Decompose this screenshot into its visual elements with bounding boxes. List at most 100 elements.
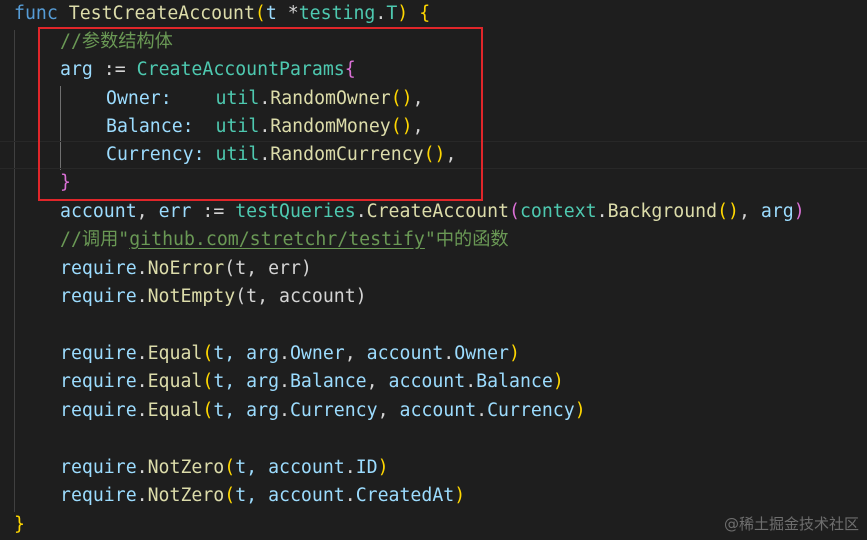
watermark: @稀土掘金技术社区 [723,515,859,533]
operator: * [276,3,299,24]
keyword: func [14,3,58,24]
function-call: Equal [147,371,203,392]
code-line-13: require.Equal(t, arg.Owner, account.Owne… [60,340,520,369]
variable: account [60,201,137,222]
comma: , [377,400,400,421]
dot: . [596,201,608,222]
dot: . [476,400,488,421]
dot: . [465,371,477,392]
field: Owner [289,343,345,364]
code-line-1: func TestCreateAccount(t *testing.T) { [14,0,430,29]
dot: . [136,457,148,478]
comma: , [344,343,367,364]
field: Currency [487,400,575,421]
variable: arg [760,201,794,222]
arg: arg [246,400,280,421]
comment-quote: " [118,229,130,250]
dot: . [375,3,387,24]
dot: . [279,343,290,364]
dot: . [355,201,367,222]
function-call: NoError [147,258,225,279]
code-line-11: require.NotEmpty(t, account) [60,283,367,312]
function-name: TestCreateAccount [68,3,255,24]
bracket: ( [202,343,214,364]
variable: err [158,201,192,222]
package: require [60,371,137,392]
code-editor[interactable]: func TestCreateAccount(t *testing.T) { /… [0,0,867,540]
comma: , [738,201,761,222]
comment: //调用 [60,229,119,250]
field: ID [355,457,378,478]
package: context [519,201,597,222]
arg: account [268,457,345,478]
function-call: Equal [147,343,203,364]
bracket: ) [509,343,520,364]
operator: := [191,201,236,222]
dot: . [136,485,148,506]
arg: t, [235,457,269,478]
code-line-15: require.Equal(t, arg.Currency, account.C… [60,397,586,426]
arg: account [366,343,444,364]
brace: } [14,514,25,535]
package: require [60,343,137,364]
package: require [60,457,137,478]
bracket: ( [509,201,520,222]
dot: . [279,371,290,392]
comment-link[interactable]: github.com/stretchr/testify [129,229,425,250]
bracket: ) [574,400,586,421]
field: Owner [454,343,509,364]
package: require [60,286,137,307]
comment-quote: " [424,229,436,250]
arg: arg [246,371,280,392]
args: (t, err) [224,258,312,279]
function-call: CreateAccount [366,201,509,222]
dot: . [136,286,148,307]
comment: 中的函数 [435,229,509,250]
type: T [386,3,398,24]
dot: . [344,485,356,506]
code-line-8: account, err := testQueries.CreateAccoun… [60,198,805,227]
arg: account [268,485,345,506]
bracket: ( [254,3,266,24]
args: (t, account) [235,286,367,307]
package: require [60,258,137,279]
brace: { [408,3,431,24]
arg: t, [213,400,247,421]
code-line-10: require.NoError(t, err) [60,255,312,284]
bracket: ) [377,457,389,478]
package: require [60,485,137,506]
bracket: ( [202,400,214,421]
dot: . [344,457,356,478]
code-line-19: } [14,511,25,540]
bracket: ) [552,371,564,392]
package: require [60,400,137,421]
bracket: ) [454,485,466,506]
dot: . [136,343,148,364]
function-call: NotZero [147,457,225,478]
arg: account [388,371,466,392]
function-call: Background [607,201,718,222]
bracket: ( [224,457,236,478]
code-line-9: //调用"github.com/stretchr/testify"中的函数 [60,226,509,255]
dot: . [136,371,148,392]
param: t [265,3,277,24]
bracket: ) [793,201,805,222]
bracket: ( [202,371,214,392]
arg: t, [213,343,247,364]
comma: , [136,201,159,222]
dot: . [136,400,148,421]
function-call: Equal [147,400,203,421]
object: testQueries [235,201,356,222]
field: Balance [476,371,553,392]
code-line-17: require.NotZero(t, account.ID) [60,454,389,483]
indent-guide [14,30,15,512]
dot: . [279,400,290,421]
highlight-box [38,27,483,201]
dot: . [136,258,148,279]
bracket: () [717,201,739,222]
field: CreatedAt [355,485,455,506]
arg: arg [246,343,280,364]
field: Currency [289,400,378,421]
bracket: ( [224,485,236,506]
field: Balance [289,371,367,392]
